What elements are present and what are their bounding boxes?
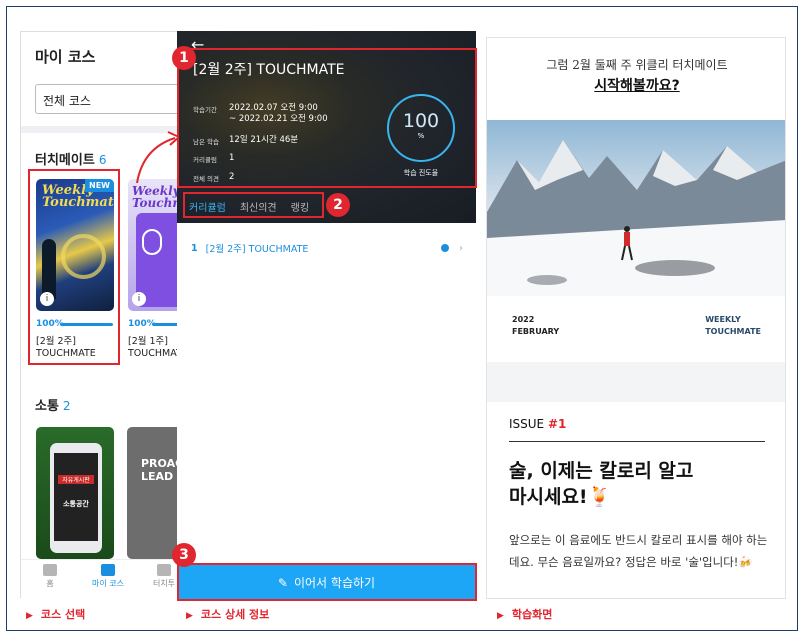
caption-text: 코스 선택 [40,608,86,621]
info-value: 1 [229,153,235,163]
headline-line: 마시세요!🍹 [509,486,612,508]
cover-text: 소통공간 [63,500,89,508]
tab-curriculum[interactable]: 커리큘럼 [189,191,226,223]
highlight-box [177,563,477,601]
mountain-photo [487,120,785,296]
course-filter-select[interactable]: 전체 코스 [35,84,177,114]
bottom-nav: 홈 마이 코스 터치투 [21,559,177,598]
course-title: [2월 2주] TOUCHMATE [193,62,345,78]
cover-text: PROACT LEAD [141,457,177,483]
caption: ▶ 학습화면 [497,606,552,622]
info-value: 2 [229,172,235,182]
intro-heading: 시작해볼까요? [594,78,680,94]
publication-name-line: TOUCHMATE [705,327,761,336]
issue-date: 2022 FEBRUARY [512,314,559,338]
course-name-line: TOUCHMATE [128,348,177,359]
course-card-cover[interactable]: 자유게시판 소통공간 [36,427,114,559]
triangle-icon: ▶ [186,611,193,621]
info-key: 학습기간 [193,106,217,114]
course-card-cover[interactable]: Weekly Touchmate i [128,179,177,311]
progress-circle: 100 % [387,94,455,162]
issue-date-year: 2022 [512,315,535,324]
info-row: 전체 의견 2 [193,172,234,183]
triangle-icon: ▶ [26,611,33,621]
section-title-touchmate: 터치메이트 6 [35,149,106,168]
chevron-right-icon: › [459,242,463,254]
section-count: 2 [62,399,71,413]
section-label: 소통 [35,399,59,414]
divider-line [509,441,765,442]
info-key: 전체 의견 [193,175,219,183]
progress-label: 100% [128,319,156,329]
progress-caption: 학습 진도율 [403,169,439,177]
curriculum-index: 1 [191,242,198,254]
caption: ▶ 코스 선택 [26,606,85,622]
caption-text: 코스 상세 정보 [200,608,270,621]
chat-icon [157,564,171,576]
info-value: 2022.02.07 오전 9:00 ~ 2022.02.21 오전 9:00 [229,103,328,125]
curriculum-title: [2월 2주] TOUCHMATE [205,244,309,255]
progress-unit: % [417,132,425,140]
course-name: [2월 1주]TOUCHMATE [128,336,177,360]
tab-ranking[interactable]: 랭킹 [291,191,309,223]
section-count: 6 [98,153,107,167]
info-key: 커리큘럼 [193,156,217,164]
caption-text: 학습화면 [511,608,553,621]
fingerprint-icon [142,229,162,255]
headline-line: 술, 이제는 칼로리 알고 [509,460,694,482]
info-icon: i [132,292,146,306]
info-key: 남은 학습 [193,138,219,146]
section-divider [487,362,785,402]
highlight-box [28,169,120,365]
nav-touch[interactable]: 터치투 [139,564,177,589]
page-title: 마이 코스 [35,48,96,66]
info-value-line: ~ 2022.02.21 오전 9:00 [229,114,328,124]
issue-label: ISSUE #1 [509,417,566,431]
step-marker: 1 [172,46,196,70]
progress-value: 100 [402,110,440,132]
status-dot-icon [441,244,449,252]
step-marker: 3 [172,543,196,567]
cover-art [54,453,98,541]
triangle-icon: ▶ [497,611,504,621]
nav-my-course[interactable]: 마이 코스 [83,564,133,589]
publication-name-line: WEEKLY [705,315,741,324]
book-icon [101,564,115,576]
article-headline: 술, 이제는 칼로리 알고마시세요!🍹 [509,458,769,510]
section-title-communication: 소통 2 [35,395,71,414]
cover-text: 자유게시판 [58,475,94,484]
issue-date-month: FEBRUARY [512,327,560,336]
intro-text: 그럼 2월 둘째 주 위클리 터치메이트 [546,58,728,72]
tab-latest-opinions[interactable]: 최신의견 [240,191,277,223]
course-detail-screen: ← [2월 2주] TOUCHMATE 학습기간 2022.02.07 오전 9:… [177,31,476,601]
info-row: 커리큘럼 1 [193,153,234,164]
info-value: 12일 21시간 46분 [229,135,299,145]
nav-label: 터치투 [152,579,176,588]
section-label: 터치메이트 [35,153,95,168]
learning-screen: 그럼 2월 둘째 주 위클리 터치메이트 시작해볼까요? 2022 FEBRUAR… [486,37,786,599]
home-icon [43,564,57,576]
step-marker: 2 [326,193,350,217]
course-card-cover[interactable]: PROACT LEAD [127,427,177,559]
nav-label: 마이 코스 [92,579,124,588]
nav-label: 홈 [46,579,54,588]
nav-home[interactable]: 홈 [25,564,75,589]
curriculum-item[interactable]: 1 [2월 2주] TOUCHMATE › [191,241,463,256]
info-row: 남은 학습 12일 21시간 46분 [193,135,298,146]
publication-name: WEEKLY TOUCHMATE [705,314,761,338]
info-row: 학습기간 2022.02.07 오전 9:00 ~ 2022.02.21 오전 9:… [193,103,328,125]
caption: ▶ 코스 상세 정보 [186,606,269,622]
article-body: 앞으로는 이 음료에도 반드시 칼로리 표시를 해야 하는데요. 무슨 음료일까… [509,533,768,569]
course-name-line: [2월 1주] [128,336,169,347]
progress-bar [153,323,177,326]
cover-title: Weekly Touchmate [132,184,177,210]
issue-number: #1 [547,417,567,431]
info-value-line: 2022.02.07 오전 9:00 [229,103,318,113]
cover-footer: 2022 FEBRUARY WEEKLY TOUCHMATE [487,296,785,362]
issue-text: ISSUE [509,417,545,431]
